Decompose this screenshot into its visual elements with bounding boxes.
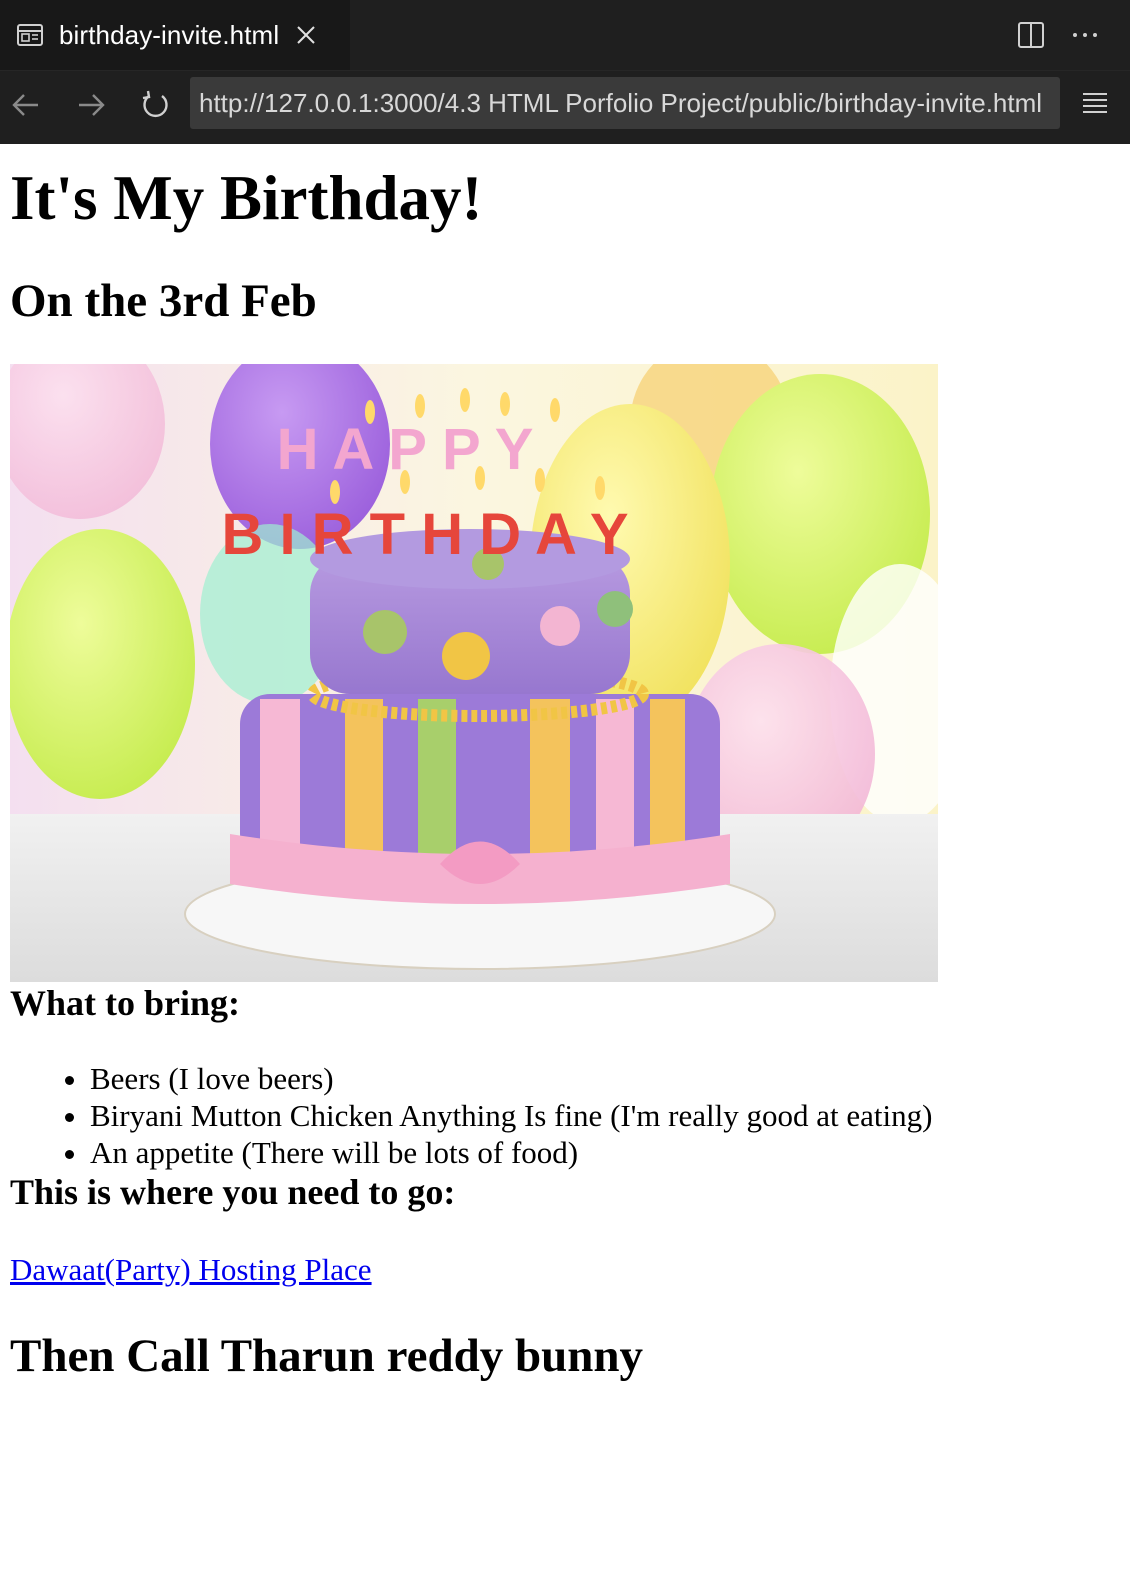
what-to-bring-heading: What to bring:: [10, 983, 241, 1023]
list-item: Biryani Mutton Chicken Anything Is fine …: [90, 1097, 1120, 1134]
tab-actions: [1016, 0, 1100, 70]
venue-link[interactable]: Dawaat(Party) Hosting Place: [10, 1251, 372, 1289]
list-item: An appetite (There will be lots of food): [90, 1134, 1120, 1171]
list-item: Beers (I love beers): [90, 1060, 1120, 1097]
reload-icon[interactable]: [140, 89, 172, 121]
browser-tab-bar: birthday-invite.html: [0, 0, 1130, 70]
where-to-go-heading: This is where you need to go:: [10, 1172, 456, 1212]
cake-candles-bottom: B I R T H D A Y: [221, 502, 628, 567]
menu-icon[interactable]: [1080, 89, 1110, 119]
page-content: It's My Birthday! On the 3rd Feb H A P P…: [0, 162, 1130, 1383]
browser-toolbar: http://127.0.0.1:3000/4.3 HTML Porfolio …: [0, 70, 1130, 144]
party-date: On the 3rd Feb: [10, 275, 317, 327]
forward-arrow-icon[interactable]: [75, 89, 107, 121]
address-bar[interactable]: http://127.0.0.1:3000/4.3 HTML Porfolio …: [190, 77, 1060, 129]
bring-list: Beers (I love beers) Biryani Mutton Chic…: [10, 1060, 1120, 1171]
close-icon[interactable]: [295, 24, 317, 46]
tab-title: birthday-invite.html: [59, 19, 280, 50]
birthday-cake-image: H A P P Y B I R T H D A Y: [10, 364, 938, 982]
page-title: It's My Birthday!: [10, 163, 483, 233]
page-icon: [17, 24, 43, 46]
more-icon[interactable]: [1070, 20, 1100, 50]
browser-tab[interactable]: birthday-invite.html: [0, 0, 350, 70]
split-editor-icon[interactable]: [1016, 20, 1046, 50]
call-heading: Then Call Tharun reddy bunny: [10, 1330, 644, 1382]
back-arrow-icon[interactable]: [10, 89, 42, 121]
